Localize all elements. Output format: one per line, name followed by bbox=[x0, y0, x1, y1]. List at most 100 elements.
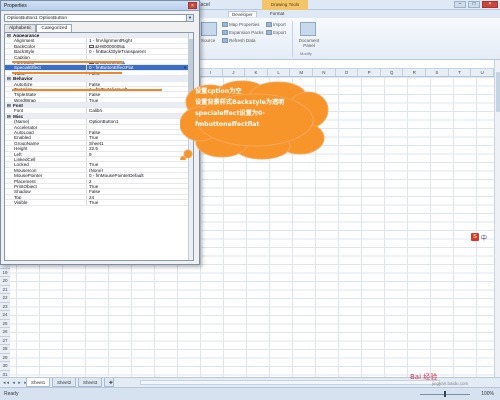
property-row[interactable]: Visible True bbox=[5, 200, 193, 206]
column-header[interactable]: T bbox=[449, 69, 472, 76]
property-value[interactable]: 24 bbox=[87, 195, 193, 199]
property-value[interactable]: 9 bbox=[87, 152, 193, 156]
tab-categorized[interactable]: Categorized bbox=[36, 24, 73, 32]
object-selector-value: OptionButton1 OptionButton bbox=[7, 16, 68, 21]
object-selector[interactable]: OptionButton1 OptionButton ▼ bbox=[4, 14, 194, 22]
property-value[interactable]: 0 - fmButtonEffectFlat bbox=[87, 65, 193, 69]
property-value[interactable]: 2 bbox=[87, 179, 193, 183]
tab-format[interactable]: Format bbox=[270, 11, 284, 16]
property-value[interactable]: True bbox=[87, 184, 193, 188]
column-header[interactable]: P bbox=[358, 69, 381, 76]
column-header[interactable]: R bbox=[403, 69, 427, 76]
close-button[interactable]: × bbox=[482, 1, 498, 8]
document-panel-label[interactable]: Document Panel bbox=[294, 38, 324, 48]
property-value[interactable]: 1 - fmAlignmentRight bbox=[87, 38, 193, 42]
drawing-tools-tab[interactable]: Drawing Tools bbox=[262, 0, 308, 10]
insert-sheet-icon[interactable]: ✚ bbox=[104, 378, 114, 387]
vertical-scroll-thumb[interactable] bbox=[496, 72, 500, 112]
properties-close-button[interactable]: × bbox=[188, 2, 197, 9]
property-value[interactable] bbox=[87, 157, 193, 161]
collapse-icon[interactable]: ⊟ bbox=[7, 33, 11, 38]
minimize-button[interactable]: – bbox=[454, 1, 466, 8]
property-value[interactable] bbox=[87, 125, 193, 129]
property-value[interactable]: OptionButton1 bbox=[87, 119, 193, 123]
property-value[interactable]: Sheet1 bbox=[87, 141, 193, 145]
property-value[interactable]: 22.5 bbox=[87, 146, 193, 150]
properties-tabs: Alphabetic Categorized bbox=[4, 24, 73, 32]
sheet-tab-1[interactable]: Sheet1 bbox=[26, 378, 51, 387]
ime-mode-label[interactable]: 中 bbox=[481, 233, 487, 242]
row-header[interactable]: 30 bbox=[0, 362, 10, 371]
source-label[interactable]: Source bbox=[201, 38, 215, 43]
column-header[interactable]: S bbox=[426, 69, 449, 76]
column-header[interactable]: Q bbox=[381, 69, 404, 76]
source-icon[interactable] bbox=[201, 22, 217, 36]
property-value[interactable]: 0 - fmBackStyleTransparent bbox=[87, 49, 193, 53]
export-icon bbox=[266, 30, 272, 35]
property-value[interactable] bbox=[87, 55, 193, 59]
property-value-text: 2 bbox=[89, 178, 92, 183]
vertical-scrollbar[interactable] bbox=[494, 60, 500, 378]
row-header[interactable]: 24 bbox=[0, 311, 10, 320]
property-name: Accelerator bbox=[5, 124, 87, 130]
property-value[interactable]: True bbox=[87, 200, 193, 204]
chevron-down-icon[interactable]: ▼ bbox=[186, 15, 193, 21]
modify-group-label: Modify bbox=[300, 51, 312, 56]
column-header[interactable]: N bbox=[313, 69, 336, 76]
row-header[interactable]: 26 bbox=[0, 328, 10, 337]
column-header[interactable]: K bbox=[245, 69, 268, 76]
property-value[interactable]: False bbox=[87, 82, 193, 86]
row-header[interactable]: 20 bbox=[0, 277, 10, 286]
row-header[interactable]: 25 bbox=[0, 319, 10, 328]
chevron-down-icon[interactable]: ▼ bbox=[183, 65, 187, 70]
property-value[interactable]: True bbox=[87, 135, 193, 139]
row-header[interactable]: 23 bbox=[0, 302, 10, 311]
maximize-button[interactable]: □ bbox=[468, 1, 480, 8]
property-value[interactable]: 0 - fmMousePointerDefault bbox=[87, 173, 193, 177]
tab-alphabetic[interactable]: Alphabetic bbox=[4, 24, 37, 32]
map-properties-button[interactable]: Map Properties bbox=[222, 22, 260, 27]
property-value[interactable]: False bbox=[87, 189, 193, 193]
property-value[interactable]: False bbox=[87, 92, 193, 96]
property-value[interactable]: &H80000005& bbox=[87, 44, 193, 49]
row-headers: 1819202122232425262728293031 bbox=[0, 260, 10, 379]
property-value-text: 0 - fmBackStyleTransparent bbox=[89, 49, 146, 54]
import-button[interactable]: Import bbox=[266, 22, 286, 27]
zoom-level[interactable]: 100% bbox=[481, 391, 494, 397]
callout-line-2: 设置背景样式Backstyle为透明 bbox=[195, 99, 285, 106]
property-name: Locked bbox=[5, 162, 87, 167]
row-header[interactable]: 22 bbox=[0, 294, 10, 303]
property-value[interactable]: Calibri bbox=[87, 108, 193, 112]
row-header[interactable]: 21 bbox=[0, 285, 10, 294]
property-name: Height bbox=[5, 146, 87, 151]
property-value[interactable]: True bbox=[87, 162, 193, 166]
export-button[interactable]: Export bbox=[266, 30, 286, 35]
sheet-tab-3[interactable]: Sheet3 bbox=[78, 378, 103, 387]
row-header[interactable]: 27 bbox=[0, 336, 10, 345]
properties-title-bar[interactable]: Properties × bbox=[1, 1, 199, 11]
property-name: Visible bbox=[5, 200, 87, 205]
document-panel-icon[interactable] bbox=[300, 22, 316, 36]
zoom-slider-knob[interactable] bbox=[444, 391, 446, 397]
refresh-data-button[interactable]: Refresh Data bbox=[222, 38, 256, 43]
tab-developer[interactable]: Developer bbox=[228, 11, 257, 17]
collapse-icon[interactable]: ⊟ bbox=[7, 114, 11, 119]
row-header[interactable]: 29 bbox=[0, 353, 10, 362]
property-value[interactable]: True bbox=[87, 98, 193, 102]
column-header[interactable]: U bbox=[471, 69, 494, 76]
collapse-icon[interactable]: ⊟ bbox=[7, 76, 11, 81]
sheet-tab-2[interactable]: Sheet2 bbox=[52, 378, 77, 387]
property-value[interactable]: False bbox=[87, 130, 193, 134]
column-header[interactable]: J bbox=[223, 69, 246, 76]
expansion-packs-button[interactable]: Expansion Packs bbox=[222, 30, 264, 35]
property-value[interactable]: (None) bbox=[87, 168, 193, 172]
column-header[interactable]: I bbox=[200, 69, 223, 76]
column-header[interactable]: M bbox=[290, 69, 314, 76]
row-header[interactable]: 19 bbox=[0, 268, 10, 277]
horizontal-scrollbar[interactable] bbox=[140, 380, 440, 385]
ime-s-logo-icon[interactable]: S bbox=[471, 233, 479, 241]
collapse-icon[interactable]: ⊟ bbox=[7, 103, 11, 108]
column-header[interactable]: L bbox=[268, 69, 291, 76]
column-header[interactable]: O bbox=[336, 69, 359, 76]
row-header[interactable]: 28 bbox=[0, 345, 10, 354]
